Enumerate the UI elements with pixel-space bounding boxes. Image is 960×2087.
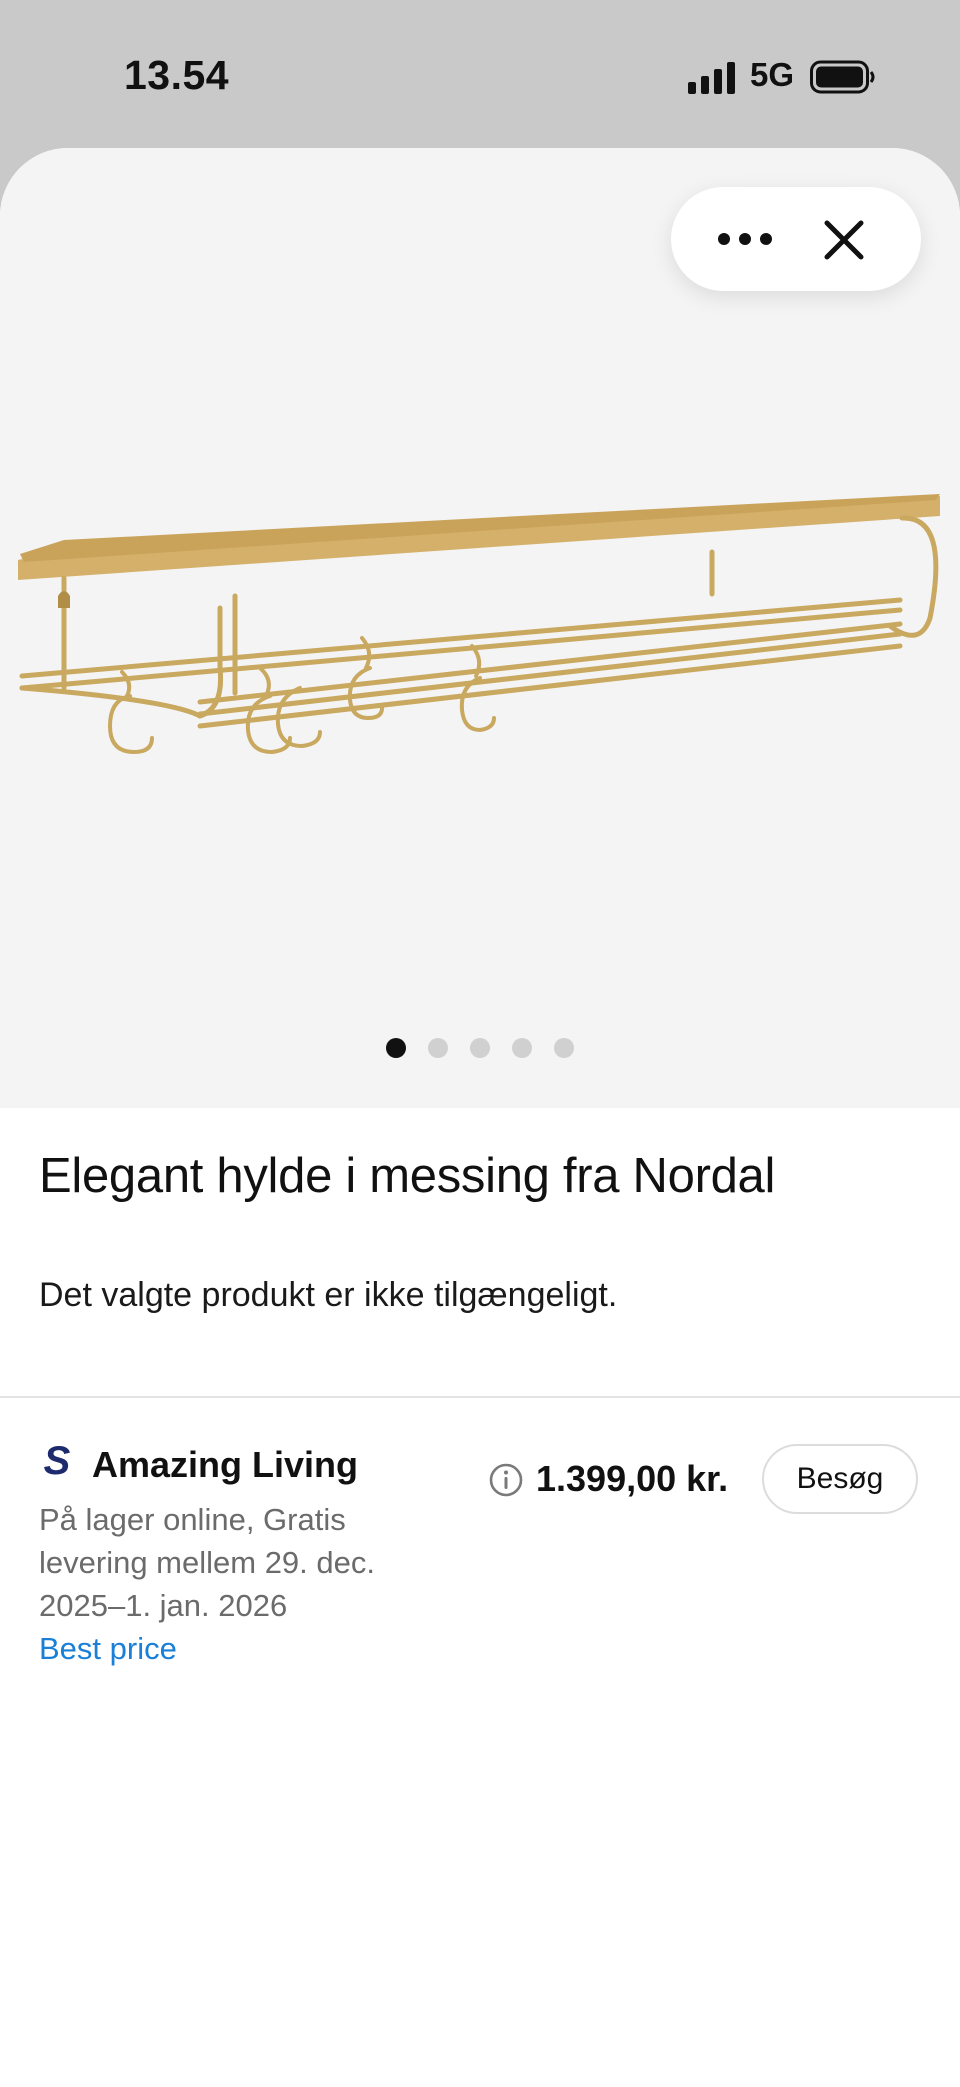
pagination-dot[interactable] — [554, 1038, 574, 1058]
battery-icon — [810, 60, 875, 94]
product-image — [18, 494, 940, 755]
pagination-dot[interactable] — [470, 1038, 490, 1058]
price: 1.399,00 kr. — [536, 1458, 729, 1499]
info-icon[interactable] — [488, 1462, 524, 1498]
action-pill — [671, 187, 921, 291]
visit-button[interactable]: Besøg — [762, 1444, 918, 1514]
gallery-pagination — [0, 1038, 960, 1062]
signal-icon — [688, 62, 735, 94]
status-bar: 13.54 5G — [0, 0, 960, 148]
image-gallery[interactable] — [0, 148, 960, 1108]
pagination-dot[interactable] — [512, 1038, 532, 1058]
availability-text: Det valgte produkt er ikke tilgængeligt. — [39, 1276, 618, 1314]
pagination-dot[interactable] — [428, 1038, 448, 1058]
delivery-info: På lager online, Gratis levering mellem … — [39, 1502, 375, 1623]
seller-logo: S — [44, 1440, 71, 1480]
product-title: Elegant hylde i messing fra Nordal — [39, 1149, 776, 1203]
product-sheet: Elegant hylde i messing fra Nordal Det v… — [0, 148, 960, 2087]
close-icon[interactable] — [809, 205, 879, 275]
best-price-badge: Best price — [39, 1631, 177, 1666]
pagination-dot[interactable] — [386, 1038, 406, 1058]
network-label: 5G — [750, 56, 795, 93]
more-icon[interactable] — [693, 209, 793, 269]
status-time: 13.54 — [124, 52, 230, 98]
seller-name[interactable]: Amazing Living — [92, 1444, 358, 1486]
svg-text:S: S — [44, 1440, 71, 1480]
divider — [0, 1396, 960, 1398]
